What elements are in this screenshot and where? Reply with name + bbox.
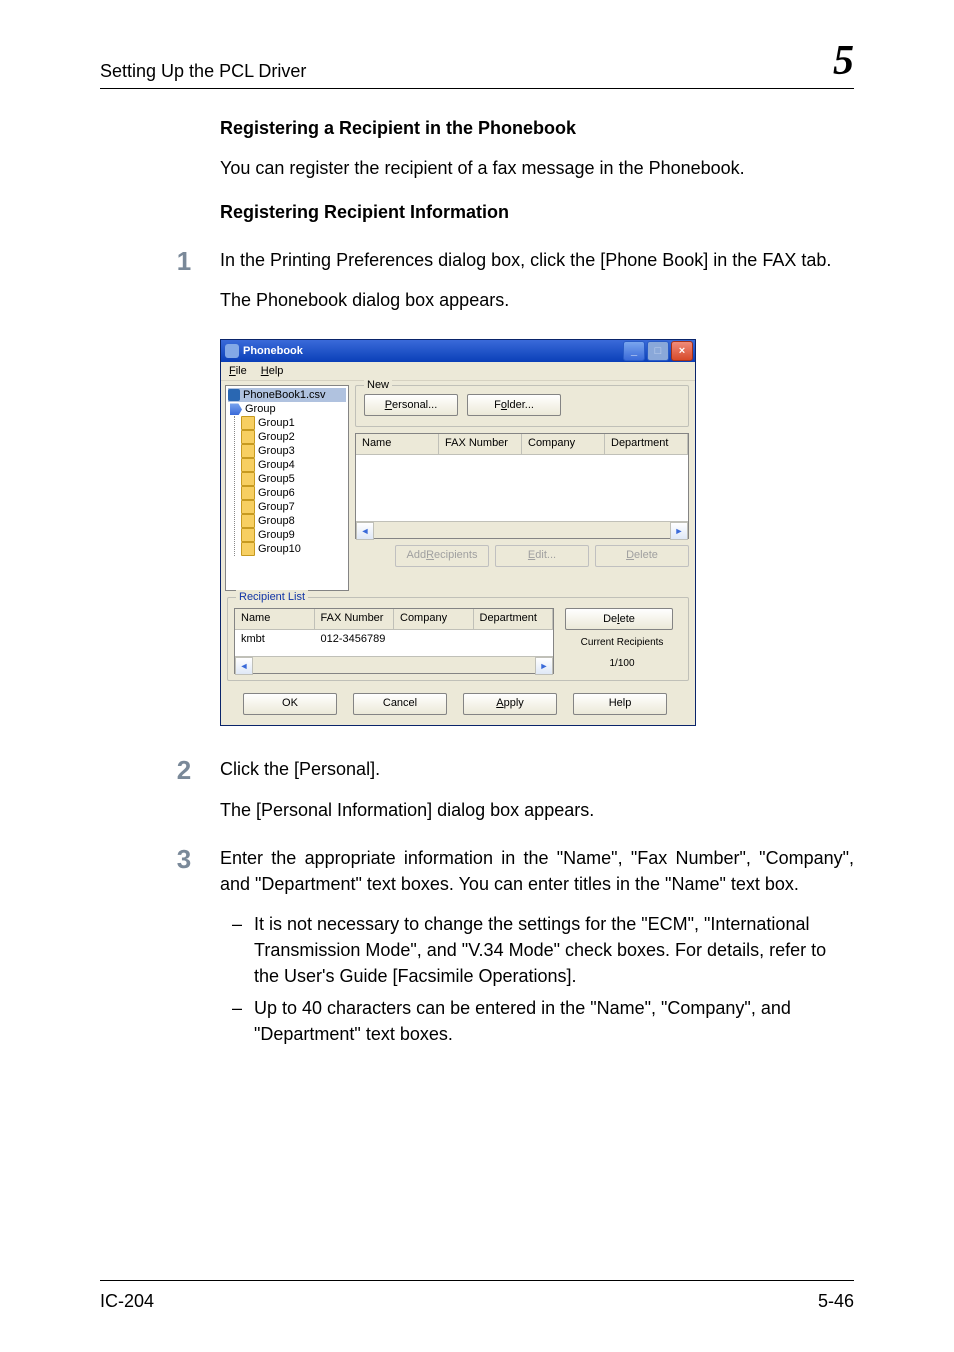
- app-icon: [225, 344, 239, 358]
- scroll-right-icon[interactable]: ►: [670, 522, 688, 540]
- menu-help[interactable]: Help: [261, 364, 284, 380]
- folder-icon: [241, 430, 255, 444]
- running-head: Setting Up the PCL Driver 5: [100, 40, 854, 89]
- recipient-list-legend: Recipient List: [236, 590, 308, 606]
- recipient-scrollbar[interactable]: ◄ ►: [235, 656, 553, 673]
- book-icon: [228, 389, 240, 401]
- step-2-text-1: Click the [Personal].: [220, 756, 854, 782]
- footer-left: IC-204: [100, 1291, 154, 1312]
- footer-right: 5-46: [818, 1291, 854, 1312]
- tree-item[interactable]: Group5: [241, 472, 346, 486]
- recipient-delete-button[interactable]: Delete: [565, 608, 673, 630]
- recipient-list-groupbox: Recipient List Name FAX Number Company D…: [227, 597, 689, 681]
- tree-root[interactable]: PhoneBook1.csv: [228, 388, 346, 402]
- folder-icon: [241, 416, 255, 430]
- title-bar[interactable]: Phonebook _ □ ×: [221, 340, 695, 362]
- delete-button: Delete: [595, 545, 689, 567]
- step-1-text-2: The Phonebook dialog box appears.: [220, 287, 854, 313]
- folder-icon: [241, 458, 255, 472]
- horizontal-scrollbar[interactable]: ◄ ►: [356, 521, 688, 538]
- tree-item[interactable]: Group10: [241, 542, 346, 556]
- folder-icon: [241, 514, 255, 528]
- col-department[interactable]: Department: [605, 434, 688, 454]
- new-groupbox: New Personal... Folder...: [355, 385, 689, 427]
- col-company[interactable]: Company: [522, 434, 605, 454]
- rcol-name[interactable]: Name: [235, 609, 315, 629]
- menu-file[interactable]: File: [229, 364, 247, 380]
- apply-button[interactable]: Apply: [463, 693, 557, 715]
- cancel-button[interactable]: Cancel: [353, 693, 447, 715]
- step-2: 2 Click the [Personal]. The [Personal In…: [220, 756, 854, 822]
- rcol-fax[interactable]: FAX Number: [315, 609, 395, 629]
- close-button[interactable]: ×: [671, 341, 693, 361]
- phonebook-dialog-screenshot: Phonebook _ □ × File Help: [220, 339, 696, 726]
- tree-pane[interactable]: PhoneBook1.csv Group Group1 Group2 Group…: [225, 385, 349, 591]
- entries-listview[interactable]: Name FAX Number Company Department ◄: [355, 433, 689, 539]
- recipient-company: [394, 630, 474, 656]
- tree-item[interactable]: Group9: [241, 528, 346, 542]
- folder-icon: [241, 444, 255, 458]
- tree-item[interactable]: Group8: [241, 514, 346, 528]
- scroll-left-icon[interactable]: ◄: [235, 657, 253, 675]
- tree-item[interactable]: Group4: [241, 458, 346, 472]
- page-footer: IC-204 5-46: [100, 1280, 854, 1312]
- personal-button[interactable]: Personal...: [364, 394, 458, 416]
- folder-icon: [241, 486, 255, 500]
- col-fax[interactable]: FAX Number: [439, 434, 522, 454]
- step-3-text-1: Enter the appropriate information in the…: [220, 845, 854, 897]
- new-legend: New: [364, 378, 392, 394]
- minimize-button[interactable]: _: [623, 341, 645, 361]
- step-number: 2: [164, 752, 204, 790]
- step-3-bullet-2: Up to 40 characters can be entered in th…: [220, 995, 854, 1047]
- group-icon: [230, 403, 242, 415]
- intro-paragraph: You can register the recipient of a fax …: [220, 155, 854, 181]
- scroll-right-icon[interactable]: ►: [535, 657, 553, 675]
- current-recipients-label: Current Recipients: [581, 636, 664, 651]
- heading-registering-recipient: Registering a Recipient in the Phonebook: [220, 115, 854, 141]
- rcol-department[interactable]: Department: [474, 609, 554, 629]
- recipient-row[interactable]: kmbt 012-3456789: [235, 630, 553, 656]
- recipient-name: kmbt: [235, 630, 315, 656]
- step-number: 3: [164, 841, 204, 879]
- current-recipients-count: 1/100: [609, 657, 634, 672]
- step-2-text-2: The [Personal Information] dialog box ap…: [220, 797, 854, 823]
- scroll-left-icon[interactable]: ◄: [356, 522, 374, 540]
- tree-item[interactable]: Group3: [241, 444, 346, 458]
- recipient-listview[interactable]: Name FAX Number Company Department kmbt …: [234, 608, 554, 674]
- step-3-bullet-1: It is not necessary to change the settin…: [220, 911, 854, 989]
- menu-bar[interactable]: File Help: [221, 362, 695, 381]
- step-number: 1: [164, 243, 204, 281]
- rcol-company[interactable]: Company: [394, 609, 474, 629]
- step-3: 3 Enter the appropriate information in t…: [220, 845, 854, 1048]
- running-title: Setting Up the PCL Driver: [100, 61, 306, 82]
- chapter-number: 5: [833, 40, 854, 82]
- maximize-button: □: [647, 341, 669, 361]
- phonebook-window: Phonebook _ □ × File Help: [220, 339, 696, 726]
- folder-icon: [241, 528, 255, 542]
- folder-icon: [241, 472, 255, 486]
- ok-button[interactable]: OK: [243, 693, 337, 715]
- recipient-dept: [474, 630, 554, 656]
- tree-item[interactable]: Group6: [241, 486, 346, 500]
- tree-item[interactable]: Group2: [241, 430, 346, 444]
- window-title: Phonebook: [243, 344, 303, 360]
- tree-item[interactable]: Group1: [241, 416, 346, 430]
- recipient-fax: 012-3456789: [315, 630, 395, 656]
- edit-button: Edit...: [495, 545, 589, 567]
- folder-icon: [241, 500, 255, 514]
- step-1: 1 In the Printing Preferences dialog box…: [220, 247, 854, 734]
- col-name[interactable]: Name: [356, 434, 439, 454]
- tree-item[interactable]: Group7: [241, 500, 346, 514]
- heading-registering-info: Registering Recipient Information: [220, 199, 854, 225]
- tree-group[interactable]: Group: [230, 402, 346, 416]
- add-recipients-button: Add Recipients: [395, 545, 489, 567]
- folder-button[interactable]: Folder...: [467, 394, 561, 416]
- folder-icon: [241, 542, 255, 556]
- step-1-text-1: In the Printing Preferences dialog box, …: [220, 247, 854, 273]
- help-button[interactable]: Help: [573, 693, 667, 715]
